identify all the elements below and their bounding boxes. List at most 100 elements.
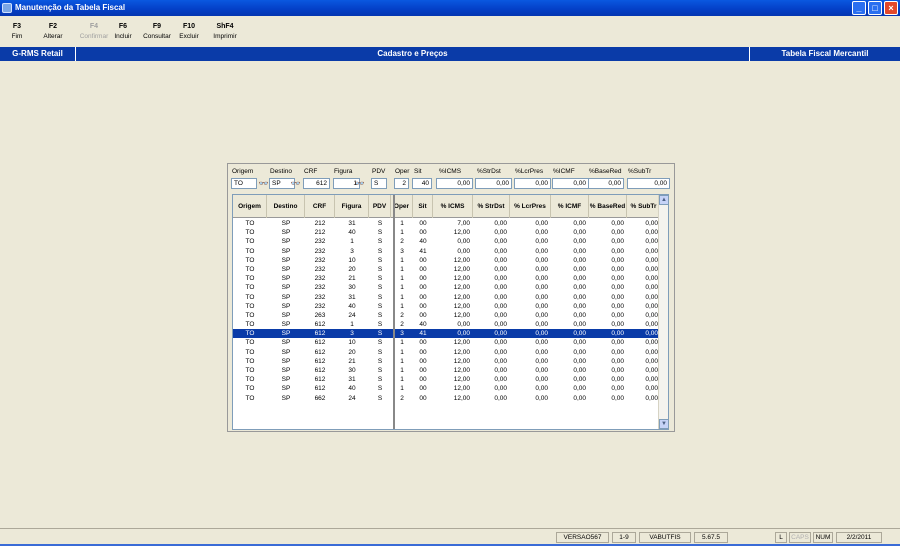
table-cell: S (377, 321, 383, 329)
toolbar-button-consultar[interactable]: F9 Consultar (141, 22, 173, 42)
filter-origem-field[interactable]: TO (231, 178, 257, 189)
filter-pct-strdst-field[interactable]: 0,00 (475, 178, 512, 189)
table-cell: 232 (314, 238, 326, 246)
table-cell: 00 (419, 256, 427, 264)
filter-pct-subtr-field[interactable]: 0,00 (627, 178, 670, 189)
table-cell: 12,00 (453, 394, 470, 402)
maximize-button[interactable]: □ (868, 1, 882, 15)
table-row[interactable]: TO SP 232 3 S 3 41 0,00 0,00 0,00 0,00 0,00 0,00 (233, 247, 661, 256)
filter-pdv-field[interactable]: S (371, 178, 387, 189)
table-row[interactable]: TO SP 232 30 S 1 00 12,00 0,00 0,00 0,00 0,00 0,00 (233, 283, 661, 292)
table-cell: 0,00 (535, 302, 548, 310)
table-cell: 232 (314, 256, 326, 264)
table-cell: 263 (314, 311, 326, 319)
filter-label: Destino (270, 168, 293, 175)
table-row[interactable]: TO SP 232 10 S 1 00 12,00 0,00 0,00 0,00 0,00 0,00 (233, 256, 661, 265)
column-header[interactable]: CRF (305, 195, 335, 218)
table-cell: 0,00 (494, 293, 507, 301)
table-cell: 0,00 (573, 256, 586, 264)
table-row[interactable]: TO SP 612 20 S 1 00 12,00 0,00 0,00 0,00 0,00 0,00 (233, 348, 661, 357)
vertical-scrollbar[interactable]: ▲ ▼ (658, 195, 668, 429)
table-row[interactable]: TO SP 612 3 S 3 41 0,00 0,00 0,00 0,00 0,00 0,00 (233, 329, 661, 339)
minimize-button[interactable]: _ (852, 1, 866, 15)
table-row[interactable]: TO SP 612 31 S 1 00 12,00 0,00 0,00 0,00 0,00 0,00 (233, 375, 661, 384)
filter-label: %LcrPres (515, 168, 544, 175)
table-row[interactable]: TO SP 232 40 S 1 00 12,00 0,00 0,00 0,00 0,00 0,00 (233, 302, 661, 311)
column-header[interactable]: % BaseRed (589, 195, 627, 218)
filter-oper-field[interactable]: 2 (394, 178, 409, 189)
table-row[interactable]: TO SP 263 24 S 2 00 12,00 0,00 0,00 0,00 0,00 0,00 (233, 311, 661, 320)
table-cell: 0,00 (611, 293, 624, 301)
table-row[interactable]: TO SP 612 40 S 1 00 12,00 0,00 0,00 0,00 0,00 0,00 (233, 384, 661, 393)
table-row[interactable]: TO SP 212 40 S 1 00 12,00 0,00 0,00 0,00 0,00 0,00 (233, 228, 661, 237)
table-row[interactable]: TO SP 612 10 S 1 00 12,00 0,00 0,00 0,00 0,00 0,00 (233, 338, 661, 347)
table-row[interactable]: TO SP 232 21 S 1 00 12,00 0,00 0,00 0,00 0,00 0,00 (233, 274, 661, 283)
filter-pct-icms-field[interactable]: 0,00 (436, 178, 473, 189)
table-row[interactable]: TO SP 612 1 S 2 40 0,00 0,00 0,00 0,00 0,00 0,00 (233, 320, 661, 329)
table-row[interactable]: TO SP 662 24 S 2 00 12,00 0,00 0,00 0,00 0,00 0,00 (233, 394, 661, 403)
column-header[interactable]: % LcrPres (510, 195, 551, 218)
toolbar-button-incluir[interactable]: F6 Incluir (110, 22, 136, 42)
table-cell: 1 (350, 238, 354, 246)
table-cell: 0,00 (645, 275, 658, 283)
table-cell: 0,00 (573, 220, 586, 227)
column-header[interactable]: Destino (267, 195, 305, 218)
table-cell: 0,00 (645, 238, 658, 246)
column-header[interactable]: Figura (335, 195, 369, 218)
nav-module: G-RMS Retail (0, 47, 76, 61)
table-row[interactable]: TO SP 232 31 S 1 00 12,00 0,00 0,00 0,00 0,00 0,00 (233, 293, 661, 302)
lookup-binoculars-icon[interactable]: 👓 (354, 178, 365, 189)
table-row[interactable]: TO SP 212 31 S 1 00 7,00 0,00 0,00 0,00 0,00 0,00 (233, 219, 661, 228)
table-row[interactable]: TO SP 612 30 S 1 00 12,00 0,00 0,00 0,00 0,00 0,00 (233, 366, 661, 375)
filter-pct-lcrpres-field[interactable]: 0,00 (514, 178, 551, 189)
app-icon (2, 3, 12, 13)
table-row[interactable]: TO SP 612 21 S 1 00 12,00 0,00 0,00 0,00 0,00 0,00 (233, 357, 661, 366)
column-header[interactable]: Sit (413, 195, 433, 218)
column-splitter[interactable] (393, 195, 395, 429)
toolbar-button-excluir[interactable]: F10 Excluir (177, 22, 201, 42)
table-row[interactable]: TO SP 232 20 S 1 00 12,00 0,00 0,00 0,00 0,00 0,00 (233, 265, 661, 274)
column-header[interactable]: PDV (369, 195, 391, 218)
fiscal-grid: Origem Destino CRF Figura PDV Oper Sit% ICMS% … (232, 194, 669, 430)
scroll-up-icon[interactable]: ▲ (659, 195, 668, 205)
table-cell: 00 (419, 339, 427, 347)
table-cell: 12,00 (453, 265, 470, 273)
table-cell: 00 (419, 275, 427, 283)
column-header[interactable]: % StrDst (473, 195, 510, 218)
status-date: 2/2/2011 (836, 532, 882, 543)
table-cell: SP (281, 376, 291, 384)
column-header[interactable]: % SubTr (627, 195, 661, 218)
table-cell: 0,00 (494, 376, 507, 384)
filter-sit-field[interactable]: 40 (412, 178, 432, 189)
column-header[interactable]: % ICMF (551, 195, 589, 218)
table-cell: 0,00 (494, 275, 507, 283)
filter-pct-icmf-field[interactable]: 0,00 (552, 178, 589, 189)
toolbar-button-imprimir[interactable]: ShF4 Imprimir (210, 22, 240, 42)
toolbar-button-alterar[interactable]: F2 Alterar (40, 22, 66, 42)
column-header[interactable]: % ICMS (433, 195, 473, 218)
table-cell: S (377, 293, 383, 301)
table-cell: 0,00 (535, 376, 548, 384)
filter-pct-basered-field[interactable]: 0,00 (588, 178, 624, 189)
table-cell: 0,00 (573, 376, 586, 384)
table-cell: 0,00 (494, 265, 507, 273)
column-header[interactable]: Origem (233, 195, 267, 218)
table-cell: SP (281, 367, 291, 374)
table-cell: 0,00 (645, 321, 658, 329)
table-cell: S (377, 302, 383, 310)
filter-label: Figura (334, 168, 353, 175)
close-button[interactable]: × (884, 1, 898, 15)
scroll-down-icon[interactable]: ▼ (659, 419, 668, 429)
table-row[interactable]: TO SP 232 1 S 2 40 0,00 0,00 0,00 0,00 0,00 0,00 (233, 237, 661, 246)
table-cell: 0,00 (457, 238, 470, 246)
table-cell: 0,00 (611, 220, 624, 227)
table-cell: 0,00 (573, 247, 586, 255)
lookup-binoculars-icon[interactable]: 👓 (258, 178, 269, 189)
table-cell: 12,00 (453, 302, 470, 310)
table-cell: 0,00 (645, 229, 658, 237)
toolbar-button-fim[interactable]: F3 Fim (4, 22, 30, 42)
table-cell: 212 (314, 220, 326, 227)
lookup-binoculars-icon[interactable]: 👓 (290, 178, 301, 189)
table-cell: 12,00 (453, 385, 470, 393)
filter-crf-field[interactable]: 612 (303, 178, 330, 189)
